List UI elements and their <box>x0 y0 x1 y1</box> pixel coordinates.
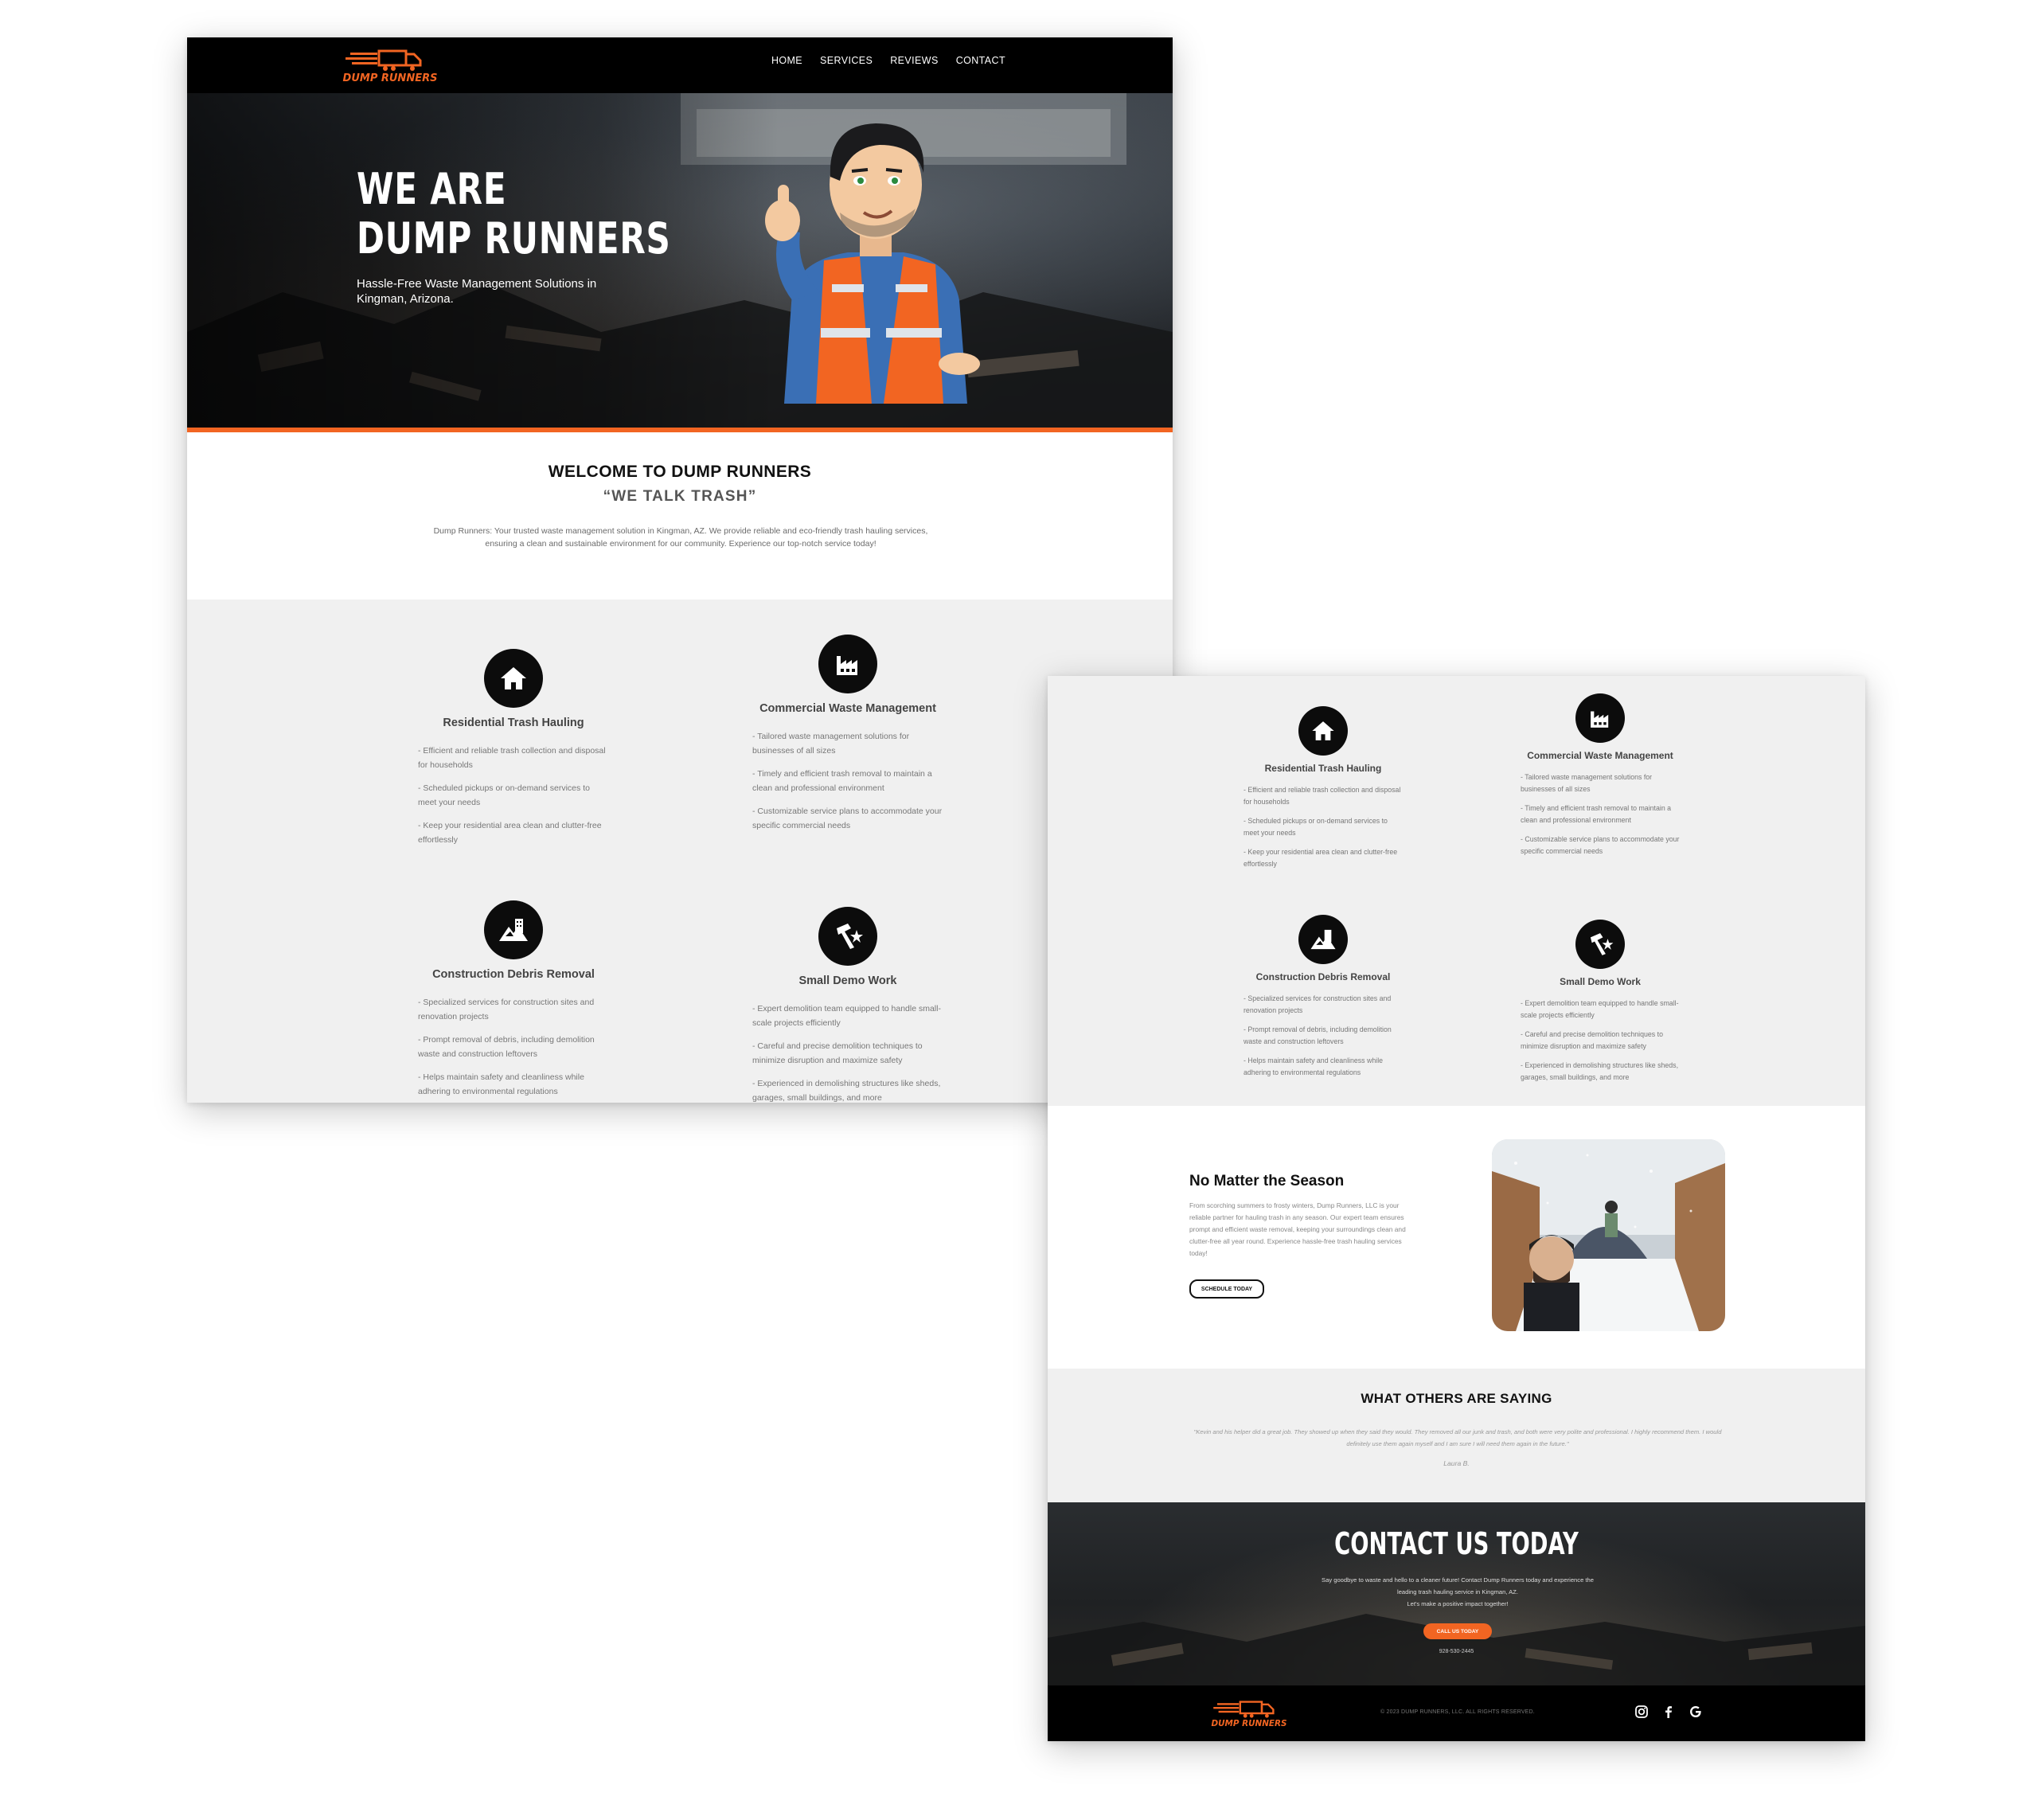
service-point: - Tailored waste management solutions fo… <box>1521 773 1653 793</box>
service-title: Commercial Waste Management <box>759 702 936 715</box>
review-author: Laura B. <box>1443 1459 1470 1467</box>
service-card-demo: Small Demo Work - Expert demolition team… <box>1521 920 1680 1091</box>
winter-hauling-photo <box>1492 1139 1725 1331</box>
service-point: - Helps maintain safety and cleanliness … <box>1243 1056 1384 1076</box>
debris-icon <box>1298 915 1348 964</box>
svg-text:DUMP RUNNERS: DUMP RUNNERS <box>343 72 438 84</box>
reviews-title: WHAT OTHERS ARE SAYING <box>1361 1391 1552 1406</box>
service-point: - Experienced in demolishing structures … <box>752 1079 941 1103</box>
nav-services[interactable]: SERVICES <box>820 55 873 66</box>
service-title: Construction Debris Removal <box>1255 971 1391 982</box>
hero-title-line1: WE ARE <box>357 164 507 214</box>
factory-icon <box>818 635 877 693</box>
site-footer: DUMP RUNNERS © 2023 Dump Runners, LLC. A… <box>1048 1685 1865 1741</box>
service-title: Residential Trash Hauling <box>443 717 584 729</box>
season-body: From scorching summers to frosty winters… <box>1189 1201 1406 1257</box>
welcome-body: Dump Runners: Your trusted waste managem… <box>433 526 928 549</box>
service-point: - Keep your residential area clean and c… <box>1243 848 1398 868</box>
social-links <box>1634 1704 1704 1720</box>
review-quote: "Kevin and his helper did a great job. T… <box>1193 1428 1722 1447</box>
svg-text:DUMP RUNNERS: DUMP RUNNERS <box>1211 1719 1286 1728</box>
contact-body-line2: Let's make a positive impact together! <box>1407 1600 1509 1607</box>
schedule-today-button[interactable]: SCHEDULE TODAY <box>1189 1279 1264 1299</box>
service-point: - Scheduled pickups or on-demand service… <box>418 783 590 807</box>
season-title: No Matter the Season <box>1189 1173 1345 1189</box>
service-title: Residential Trash Hauling <box>1264 763 1382 774</box>
factory-icon <box>1575 693 1625 743</box>
service-card-demo: Small Demo Work - Expert demolition team… <box>752 907 943 1103</box>
instagram-icon[interactable] <box>1634 1704 1650 1720</box>
service-point: - Careful and precise demolition techniq… <box>1521 1030 1663 1050</box>
contact-title: CONTACT US TODAY <box>1334 1526 1579 1561</box>
welcome-section: WELCOME TO DUMP RUNNERS “WE TALK TRASH” … <box>187 432 1173 600</box>
homepage-mockup-top: DUMP RUNNERS HOME SERVICES REVIEWS CONTA… <box>187 37 1173 1103</box>
house-icon <box>1298 706 1348 756</box>
house-icon <box>484 649 543 708</box>
welcome-title: WELCOME TO DUMP RUNNERS <box>548 463 812 481</box>
site-header: DUMP RUNNERS HOME SERVICES REVIEWS CONTA… <box>187 37 1173 93</box>
service-card-construction: Construction Debris Removal - Specialize… <box>1243 915 1403 1086</box>
contact-section: CONTACT US TODAY Say goodbye to waste an… <box>1048 1502 1865 1685</box>
service-card-residential: Residential Trash Hauling - Efficient an… <box>1243 706 1403 877</box>
service-point: - Timely and efficient trash removal to … <box>752 769 932 793</box>
hero-section: WE ARE DUMP RUNNERS Hassle-Free Waste Ma… <box>187 93 1173 428</box>
hero-title: WE ARE DUMP RUNNERS <box>357 165 671 264</box>
hero-subtitle: Hassle-Free Waste Management Solutions i… <box>357 277 597 306</box>
service-title: Small Demo Work <box>1560 976 1641 987</box>
service-point: - Specialized services for construction … <box>1243 994 1392 1014</box>
service-title: Small Demo Work <box>798 974 897 987</box>
mascot-illustration <box>765 123 980 404</box>
service-title: Construction Debris Removal <box>432 968 595 981</box>
service-point: - Customizable service plans to accommod… <box>1521 835 1680 855</box>
service-point: - Customizable service plans to accommod… <box>752 807 943 830</box>
nav-contact[interactable]: CONTACT <box>956 55 1005 66</box>
service-point: - Tailored waste management solutions fo… <box>752 732 910 756</box>
google-icon[interactable] <box>1688 1704 1704 1720</box>
hammer-icon <box>1575 920 1625 969</box>
service-point: - Helps maintain safety and cleanliness … <box>418 1072 584 1096</box>
service-card-commercial: Commercial Waste Management - Tailored w… <box>1521 693 1680 865</box>
services-section: Residential Trash Hauling - Efficient an… <box>187 600 1173 1103</box>
service-point: - Expert demolition team equipped to han… <box>1521 999 1679 1019</box>
service-point: - Prompt removal of debris, including de… <box>1243 1025 1392 1045</box>
service-point: - Specialized services for construction … <box>418 998 595 1021</box>
facebook-icon[interactable] <box>1661 1704 1677 1720</box>
phone-number[interactable]: 928-530-2445 <box>1048 1649 1865 1654</box>
welcome-tagline: “WE TALK TRASH” <box>603 488 757 505</box>
service-point: - Expert demolition team equipped to han… <box>752 1004 941 1028</box>
service-point: - Experienced in demolishing structures … <box>1521 1061 1679 1081</box>
service-card-commercial: Commercial Waste Management - Tailored w… <box>752 635 943 842</box>
homepage-mockup-bottom: Residential Trash Hauling - Efficient an… <box>1048 676 1865 1741</box>
service-point: - Prompt removal of debris, including de… <box>418 1035 595 1059</box>
dump-runners-logo[interactable]: DUMP RUNNERS <box>1211 1697 1287 1729</box>
season-section: No Matter the Season From scorching summ… <box>1048 1106 1865 1369</box>
contact-body: Say goodbye to waste and hello to a clea… <box>1318 1574 1597 1610</box>
service-point: - Efficient and reliable trash collectio… <box>418 746 606 770</box>
service-title: Commercial Waste Management <box>1527 750 1673 761</box>
call-us-today-button[interactable]: CALL US TODAY <box>1423 1623 1492 1639</box>
debris-icon <box>484 900 543 959</box>
service-point: - Scheduled pickups or on-demand service… <box>1243 817 1388 837</box>
main-nav: HOME SERVICES REVIEWS CONTACT <box>771 55 1005 66</box>
dump-runners-logo[interactable]: DUMP RUNNERS <box>342 46 438 84</box>
hammer-icon <box>818 907 877 966</box>
hero-title-line2: DUMP RUNNERS <box>357 213 671 264</box>
service-point: - Careful and precise demolition techniq… <box>752 1041 923 1065</box>
reviews-section: WHAT OTHERS ARE SAYING "Kevin and his he… <box>1048 1369 1865 1502</box>
service-card-residential: Residential Trash Hauling - Efficient an… <box>418 649 609 856</box>
service-point: - Timely and efficient trash removal to … <box>1521 804 1672 824</box>
contact-body-line1: Say goodbye to waste and hello to a clea… <box>1322 1576 1594 1595</box>
services-section: Residential Trash Hauling - Efficient an… <box>1048 676 1865 1106</box>
nav-home[interactable]: HOME <box>771 55 802 66</box>
copyright: © 2023 Dump Runners, LLC. ALL RIGHTS RES… <box>1380 1709 1535 1715</box>
service-card-construction: Construction Debris Removal - Specialize… <box>418 900 609 1103</box>
nav-reviews[interactable]: REVIEWS <box>890 55 938 66</box>
service-point: - Keep your residential area clean and c… <box>418 821 602 845</box>
service-point: - Efficient and reliable trash collectio… <box>1243 786 1401 806</box>
